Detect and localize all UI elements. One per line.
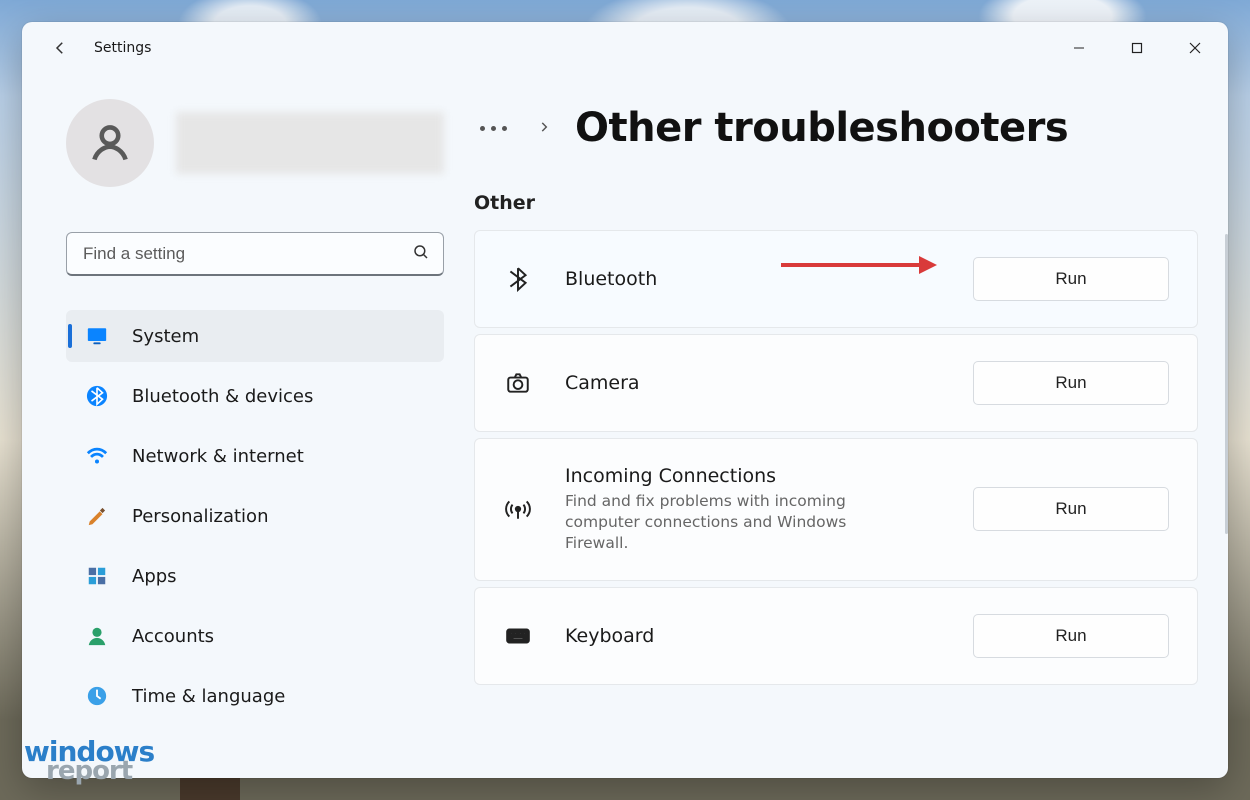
main-content: Other troubleshooters Other Bluetooth Run… (474, 74, 1228, 778)
nav-list: System Bluetooth & devices Network & inter… (66, 310, 444, 730)
sidebar-item-label: Apps (132, 566, 177, 587)
sidebar-item-network-internet[interactable]: Network & internet (66, 430, 444, 482)
breadcrumb-more-button[interactable] (474, 120, 513, 137)
run-button-camera[interactable]: Run (973, 361, 1169, 405)
run-button-incoming-connections[interactable]: Run (973, 487, 1169, 531)
troubleshooter-keyboard: Keyboard Run (474, 587, 1198, 685)
apps-icon (86, 565, 108, 587)
troubleshooter-bluetooth: Bluetooth Run (474, 230, 1198, 328)
keyboard-icon (503, 621, 533, 651)
account-name-redacted (176, 112, 444, 174)
personalization-icon (86, 505, 108, 527)
sidebar-item-apps[interactable]: Apps (66, 550, 444, 602)
sidebar-item-accounts[interactable]: Accounts (66, 610, 444, 662)
sidebar-item-time-language[interactable]: Time & language (66, 670, 444, 722)
account-block[interactable] (66, 98, 444, 188)
sidebar-item-label: Network & internet (132, 446, 304, 467)
page-title: Other troubleshooters (575, 105, 1068, 151)
troubleshooter-list: BluetoothRunCameraRunIncoming Connection… (474, 230, 1220, 685)
sidebar-item-system[interactable]: System (66, 310, 444, 362)
sidebar: System Bluetooth & devices Network & inter… (22, 74, 474, 778)
sidebar-item-bluetooth-devices[interactable]: Bluetooth & devices (66, 370, 444, 422)
troubleshooter-title: Incoming Connections (565, 465, 941, 487)
camera-icon (503, 368, 533, 398)
minimize-button[interactable] (1050, 27, 1108, 69)
accounts-icon (86, 625, 108, 647)
back-button[interactable] (42, 30, 78, 66)
sidebar-item-label: Bluetooth & devices (132, 386, 313, 407)
run-button-keyboard[interactable]: Run (973, 614, 1169, 658)
breadcrumb: Other troubleshooters (474, 100, 1220, 156)
settings-window: Settings System Bluetooth & devices Networ… (22, 22, 1228, 778)
app-title: Settings (94, 40, 151, 56)
troubleshooter-incoming-connections: Incoming Connections Find and fix problem… (474, 438, 1198, 581)
sidebar-item-label: Time & language (132, 686, 285, 707)
titlebar: Settings (22, 22, 1228, 74)
avatar (66, 99, 154, 187)
run-button-bluetooth[interactable]: Run (973, 257, 1169, 301)
chevron-right-icon (537, 119, 551, 138)
scrollbar[interactable] (1225, 234, 1228, 534)
section-label: Other (474, 192, 1220, 214)
sidebar-item-label: Personalization (132, 506, 268, 527)
watermark: windows report (24, 740, 154, 782)
search-icon (412, 243, 430, 265)
sidebar-item-label: System (132, 326, 199, 347)
sidebar-item-label: Accounts (132, 626, 214, 647)
system-icon (86, 325, 108, 347)
search-input[interactable] (66, 232, 444, 276)
troubleshooter-desc: Find and fix problems with incoming comp… (565, 491, 885, 554)
close-button[interactable] (1166, 27, 1224, 69)
troubleshooter-camera: Camera Run (474, 334, 1198, 432)
bluetooth-icon (503, 264, 533, 294)
troubleshooter-title: Bluetooth (565, 268, 941, 290)
troubleshooter-title: Camera (565, 372, 941, 394)
sidebar-item-personalization[interactable]: Personalization (66, 490, 444, 542)
network-internet-icon (86, 445, 108, 467)
maximize-button[interactable] (1108, 27, 1166, 69)
time-language-icon (86, 685, 108, 707)
incoming-connections-icon (503, 494, 533, 524)
bluetooth-devices-icon (86, 385, 108, 407)
troubleshooter-title: Keyboard (565, 625, 941, 647)
